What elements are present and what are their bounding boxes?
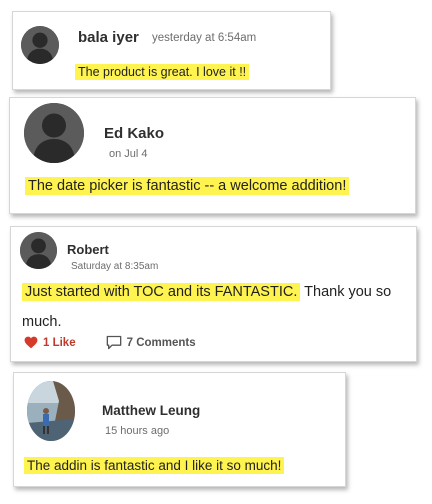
highlighted-text: The product is great. I love it !!	[75, 64, 250, 80]
comment-author[interactable]: Ed Kako	[104, 125, 164, 142]
user-silhouette-icon	[21, 26, 59, 64]
comment-message: Just started with TOC and its FANTASTIC.…	[22, 277, 407, 337]
comment-actions: 1 Like 7 Comments	[24, 335, 196, 350]
avatar[interactable]	[27, 381, 75, 441]
user-silhouette-icon	[24, 103, 84, 163]
like-count: 1 Like	[43, 336, 76, 349]
comment-card: Ed Kako on Jul 4 The date picker is fant…	[9, 97, 416, 214]
comment-author[interactable]: bala iyer	[78, 29, 139, 46]
user-photo	[27, 381, 75, 441]
comment-card: Matthew Leung 15 hours ago The addin is …	[13, 372, 346, 487]
comment-message: The product is great. I love it !!	[75, 64, 250, 80]
comments-count: 7 Comments	[126, 336, 196, 349]
comment-card: bala iyer yesterday at 6:54am The produc…	[12, 11, 331, 90]
avatar[interactable]	[24, 103, 84, 163]
heart-icon	[24, 336, 38, 349]
comment-message: The date picker is fantastic -- a welcom…	[25, 177, 350, 195]
comment-card: Robert Saturday at 8:35am Just started w…	[10, 226, 417, 362]
comment-timestamp: 15 hours ago	[105, 425, 170, 437]
user-silhouette-icon	[20, 232, 57, 269]
avatar[interactable]	[21, 26, 59, 64]
comment-timestamp: on Jul 4	[109, 148, 148, 160]
like-button[interactable]: 1 Like	[24, 336, 76, 349]
comment-timestamp: yesterday at 6:54am	[152, 32, 257, 44]
comment-author[interactable]: Matthew Leung	[102, 403, 200, 418]
comment-author[interactable]: Robert	[67, 242, 109, 257]
comments-button[interactable]: 7 Comments	[106, 335, 196, 350]
comment-timestamp: Saturday at 8:35am	[71, 261, 159, 272]
avatar[interactable]	[20, 232, 57, 269]
speech-bubble-icon	[106, 335, 121, 350]
highlighted-text: Just started with TOC and its FANTASTIC.	[22, 283, 301, 301]
highlighted-text: The date picker is fantastic -- a welcom…	[25, 177, 350, 195]
highlighted-text: The addin is fantastic and I like it so …	[24, 457, 285, 474]
comment-message: The addin is fantastic and I like it so …	[24, 457, 285, 474]
